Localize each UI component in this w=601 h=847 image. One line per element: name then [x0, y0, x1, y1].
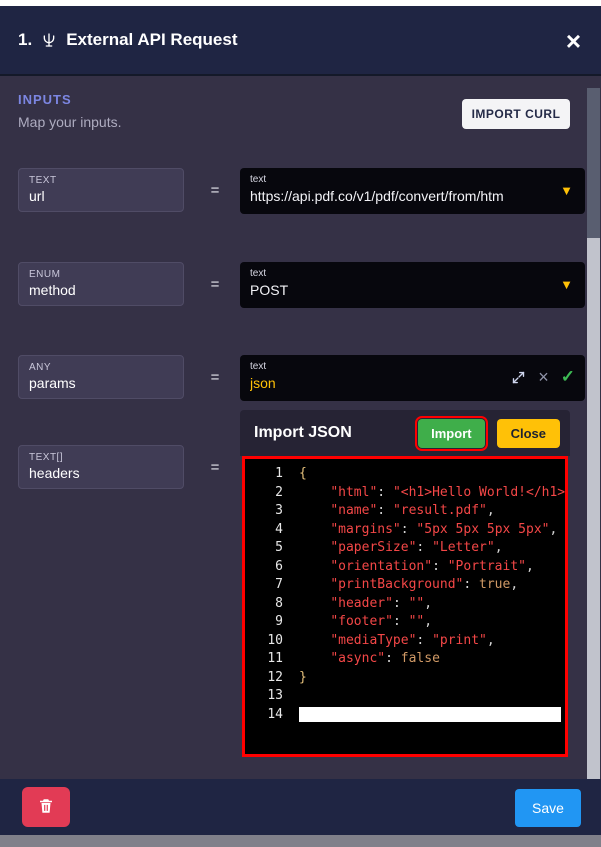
line-code[interactable]: "name": "result.pdf",: [299, 502, 565, 521]
line-number: 4: [245, 521, 293, 540]
field-type-label: text: [250, 268, 575, 279]
params-field[interactable]: text json × ✓: [240, 355, 585, 401]
equals-sign: =: [205, 276, 225, 293]
line-number: 14: [245, 706, 293, 725]
line-number: 9: [245, 613, 293, 632]
import-json-title: Import JSON: [254, 424, 418, 442]
editor-line: 13: [245, 687, 565, 706]
confirm-check-icon[interactable]: ✓: [561, 367, 575, 387]
url-value[interactable]: https://api.pdf.co/v1/pdf/convert/from/h…: [250, 188, 575, 204]
editor-line: 7 "printBackground": true,: [245, 576, 565, 595]
step-number: 1.: [18, 30, 32, 50]
modal-body: INPUTS Map your inputs. IMPORT CURL TEXT…: [0, 76, 601, 779]
line-number: 7: [245, 576, 293, 595]
modal-footer: Save: [0, 779, 601, 835]
line-code[interactable]: "html": "<h1>Hello World!</h1>",: [299, 484, 565, 503]
line-number: 3: [245, 502, 293, 521]
clear-icon[interactable]: ×: [538, 368, 549, 386]
line-code[interactable]: }: [299, 669, 565, 688]
modal-header: 1. External API Request ×: [0, 6, 601, 76]
param-type: TEXT: [29, 175, 173, 186]
dropdown-caret-icon[interactable]: ▼: [560, 183, 573, 198]
line-code[interactable]: [299, 706, 565, 725]
editor-line: 1{: [245, 465, 565, 484]
page: 1. External API Request × INPUTS Map you…: [0, 0, 601, 847]
json-editor[interactable]: 1{2 "html": "<h1>Hello World!</h1>",3 "n…: [242, 456, 568, 757]
line-number: 6: [245, 558, 293, 577]
scrollbar-thumb[interactable]: [587, 88, 600, 238]
equals-sign: =: [205, 369, 225, 386]
line-code[interactable]: "async": false: [299, 650, 565, 669]
editor-line: 3 "name": "result.pdf",: [245, 502, 565, 521]
editor-line: 2 "html": "<h1>Hello World!</h1>",: [245, 484, 565, 503]
method-value[interactable]: POST: [250, 282, 575, 298]
line-code[interactable]: [299, 687, 565, 706]
params-field-actions: × ✓: [511, 367, 575, 387]
page-bottom-strip: [0, 835, 601, 847]
import-json-panel-header: Import JSON Import Close: [240, 410, 570, 456]
trash-icon: [37, 797, 55, 818]
line-code[interactable]: "header": "",: [299, 595, 565, 614]
editor-line: 12}: [245, 669, 565, 688]
modal-title: External API Request: [66, 30, 237, 50]
editor-line: 11 "async": false: [245, 650, 565, 669]
import-curl-button[interactable]: IMPORT CURL: [462, 99, 570, 129]
param-type: TEXT[]: [29, 452, 173, 463]
line-number: 10: [245, 632, 293, 651]
line-number: 13: [245, 687, 293, 706]
param-label-params: ANY params: [18, 355, 184, 399]
equals-sign: =: [205, 182, 225, 199]
line-code[interactable]: "mediaType": "print",: [299, 632, 565, 651]
line-number: 5: [245, 539, 293, 558]
param-type: ENUM: [29, 269, 173, 280]
line-code[interactable]: "footer": "",: [299, 613, 565, 632]
editor-line: 8 "header": "",: [245, 595, 565, 614]
line-number: 12: [245, 669, 293, 688]
expand-icon[interactable]: [511, 370, 526, 385]
save-button[interactable]: Save: [515, 789, 581, 827]
scrollbar-track[interactable]: [587, 88, 600, 779]
editor-cursor-field[interactable]: [299, 707, 561, 722]
param-label-headers: TEXT[] headers: [18, 445, 184, 489]
line-code[interactable]: "paperSize": "Letter",: [299, 539, 565, 558]
line-number: 11: [245, 650, 293, 669]
line-number: 1: [245, 465, 293, 484]
inputs-heading: INPUTS: [18, 92, 72, 107]
editor-line: 5 "paperSize": "Letter",: [245, 539, 565, 558]
close-icon[interactable]: ×: [566, 28, 581, 54]
param-name: url: [29, 188, 173, 204]
url-field[interactable]: text https://api.pdf.co/v1/pdf/convert/f…: [240, 168, 585, 214]
import-button[interactable]: Import: [418, 419, 484, 448]
field-type-label: text: [250, 174, 575, 185]
line-code[interactable]: "orientation": "Portrait",: [299, 558, 565, 577]
equals-sign: =: [205, 459, 225, 476]
line-number: 2: [245, 484, 293, 503]
dropdown-caret-icon[interactable]: ▼: [560, 277, 573, 292]
param-type: ANY: [29, 362, 173, 373]
editor-line: 6 "orientation": "Portrait",: [245, 558, 565, 577]
editor-line: 14: [245, 706, 565, 725]
param-name: params: [29, 375, 173, 391]
param-label-url: TEXT url: [18, 168, 184, 212]
param-label-method: ENUM method: [18, 262, 184, 306]
param-name: headers: [29, 465, 173, 481]
delete-button[interactable]: [22, 787, 70, 827]
editor-line: 10 "mediaType": "print",: [245, 632, 565, 651]
trident-icon: [41, 32, 57, 48]
line-code[interactable]: "printBackground": true,: [299, 576, 565, 595]
editor-line: 4 "margins": "5px 5px 5px 5px",: [245, 521, 565, 540]
inputs-subheading: Map your inputs.: [18, 114, 122, 130]
close-panel-button[interactable]: Close: [497, 419, 560, 448]
method-field[interactable]: text POST ▼: [240, 262, 585, 308]
json-editor-lines: 1{2 "html": "<h1>Hello World!</h1>",3 "n…: [245, 465, 565, 724]
param-name: method: [29, 282, 173, 298]
line-number: 8: [245, 595, 293, 614]
editor-line: 9 "footer": "",: [245, 613, 565, 632]
line-code[interactable]: "margins": "5px 5px 5px 5px",: [299, 521, 565, 540]
line-code[interactable]: {: [299, 465, 565, 484]
